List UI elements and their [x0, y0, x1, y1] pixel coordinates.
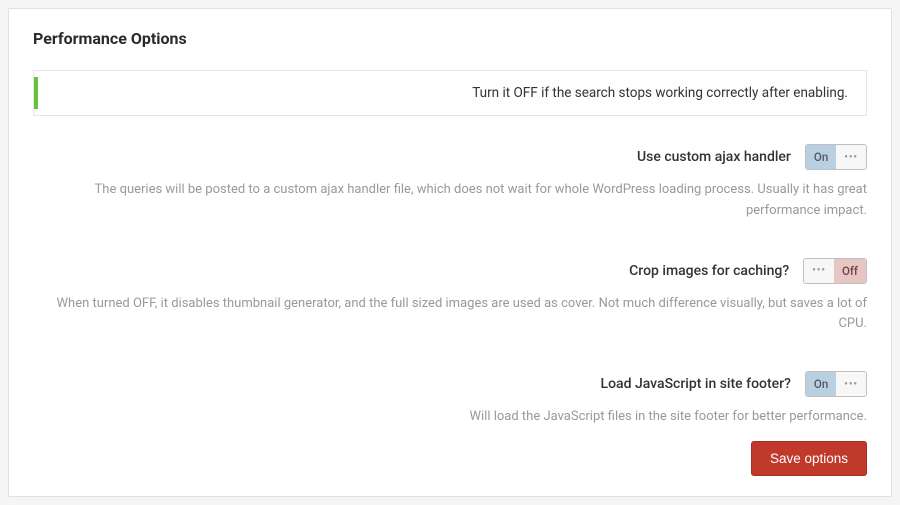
toggle-on-label: On [806, 372, 836, 396]
save-row: Save options [751, 441, 867, 476]
save-options-button[interactable]: Save options [751, 441, 867, 476]
crop-images-label: Crop images for caching? [629, 263, 789, 279]
toggle-on-label: On [806, 145, 836, 169]
option-js-footer: Load JavaScript in site footer? On ••• W… [33, 371, 867, 428]
toggle-handle-icon: ••• [836, 145, 866, 169]
option-ajax-handler: Use custom ajax handler On ••• The queri… [33, 144, 867, 222]
js-footer-desc: Will load the JavaScript files in the si… [33, 407, 867, 428]
js-footer-toggle[interactable]: On ••• [805, 371, 867, 397]
performance-options-panel: Performance Options Turn it OFF if the s… [8, 8, 892, 497]
option-header: Use custom ajax handler On ••• [33, 144, 867, 170]
toggle-off-label: Off [834, 259, 866, 283]
js-footer-label: Load JavaScript in site footer? [601, 376, 791, 392]
crop-images-toggle[interactable]: ••• Off [803, 258, 867, 284]
toggle-handle-icon: ••• [836, 372, 866, 396]
crop-images-desc: When turned OFF, it disables thumbnail g… [33, 294, 867, 336]
ajax-handler-toggle[interactable]: On ••• [805, 144, 867, 170]
panel-title: Performance Options [33, 29, 867, 48]
option-header: Load JavaScript in site footer? On ••• [33, 371, 867, 397]
ajax-handler-desc: The queries will be posted to a custom a… [33, 180, 867, 222]
option-crop-images: Crop images for caching? ••• Off When tu… [33, 258, 867, 336]
alert-text: Turn it OFF if the search stops working … [50, 85, 850, 101]
option-header: Crop images for caching? ••• Off [33, 258, 867, 284]
toggle-handle-icon: ••• [804, 259, 834, 283]
ajax-handler-label: Use custom ajax handler [637, 149, 791, 165]
alert-box: Turn it OFF if the search stops working … [33, 70, 867, 116]
